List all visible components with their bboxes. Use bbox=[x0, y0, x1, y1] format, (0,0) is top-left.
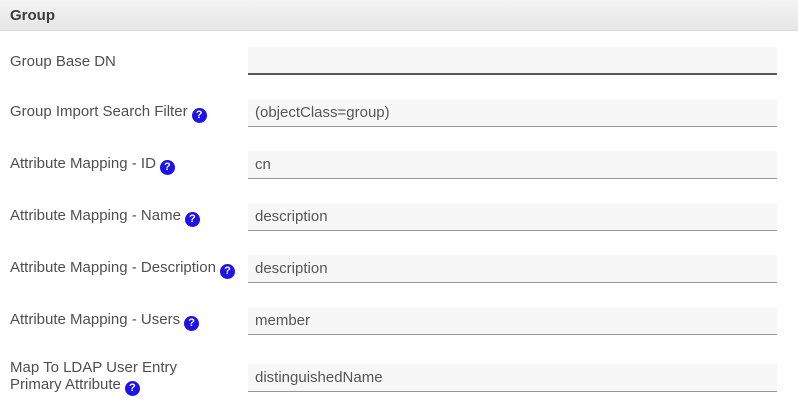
help-icon[interactable]: ? bbox=[184, 316, 199, 331]
section-title: Group bbox=[10, 7, 55, 24]
group-base-dn-input[interactable] bbox=[248, 47, 777, 75]
help-icon[interactable]: ? bbox=[185, 212, 200, 227]
form-row-attribute-mapping-users: Attribute Mapping - Users? bbox=[10, 307, 777, 335]
help-icon[interactable]: ? bbox=[220, 264, 235, 279]
map-to-ldap-user-entry-primary-attribute-label: Map To LDAP User Entry Primary Attribute… bbox=[10, 359, 248, 396]
field-label-text: Attribute Mapping - Name bbox=[10, 207, 181, 224]
map-to-ldap-user-entry-primary-attribute-input[interactable] bbox=[248, 364, 777, 392]
attribute-mapping-description-label: Attribute Mapping - Description? bbox=[10, 259, 248, 279]
form-row-attribute-mapping-id: Attribute Mapping - ID? bbox=[10, 151, 777, 179]
field-label-text: Group Import Search Filter bbox=[10, 103, 188, 120]
form-row-map-to-ldap-user-entry-primary-attribute: Map To LDAP User Entry Primary Attribute… bbox=[10, 359, 777, 396]
group-import-search-filter-input[interactable] bbox=[248, 99, 777, 127]
form-row-attribute-mapping-description: Attribute Mapping - Description? bbox=[10, 255, 777, 283]
form-row-group-base-dn: Group Base DN bbox=[10, 47, 777, 75]
attribute-mapping-id-input[interactable] bbox=[248, 151, 777, 179]
field-label-text: Attribute Mapping - Users bbox=[10, 311, 180, 328]
form-row-group-import-search-filter: Group Import Search Filter? bbox=[10, 99, 777, 127]
group-section-header: Group bbox=[0, 0, 798, 31]
help-icon[interactable]: ? bbox=[192, 108, 207, 123]
attribute-mapping-description-input[interactable] bbox=[248, 255, 777, 283]
attribute-mapping-id-label: Attribute Mapping - ID? bbox=[10, 155, 248, 175]
attribute-mapping-users-label: Attribute Mapping - Users? bbox=[10, 311, 248, 331]
field-label-text: Map To LDAP User Entry Primary Attribute bbox=[10, 359, 177, 393]
help-icon[interactable]: ? bbox=[125, 381, 140, 396]
group-import-search-filter-label: Group Import Search Filter? bbox=[10, 103, 248, 123]
group-settings-form: Group Base DN Group Import Search Filter… bbox=[0, 31, 798, 396]
attribute-mapping-users-input[interactable] bbox=[248, 307, 777, 335]
field-label-text: Attribute Mapping - ID bbox=[10, 155, 156, 172]
field-label-text: Attribute Mapping - Description bbox=[10, 259, 216, 276]
attribute-mapping-name-input[interactable] bbox=[248, 203, 777, 231]
group-base-dn-label: Group Base DN bbox=[10, 53, 248, 70]
attribute-mapping-name-label: Attribute Mapping - Name? bbox=[10, 207, 248, 227]
field-label-text: Group Base DN bbox=[10, 53, 116, 70]
form-row-attribute-mapping-name: Attribute Mapping - Name? bbox=[10, 203, 777, 231]
help-icon[interactable]: ? bbox=[160, 160, 175, 175]
